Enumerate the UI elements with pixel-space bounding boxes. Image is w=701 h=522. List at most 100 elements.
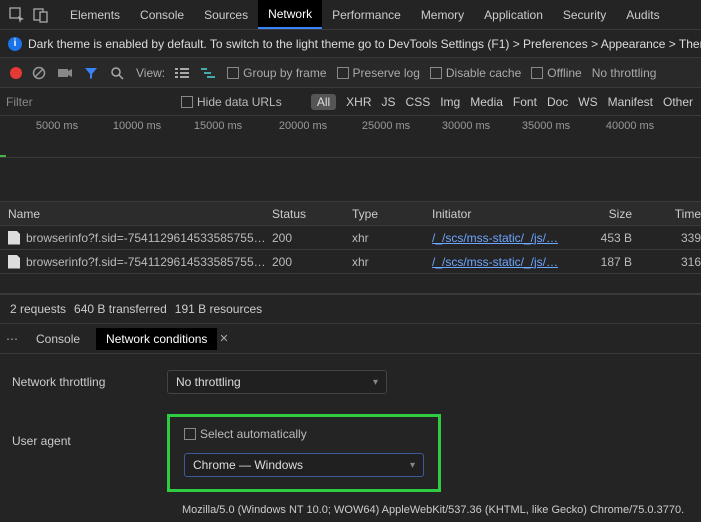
chevron-down-icon: ▾ (410, 460, 415, 471)
drawer-menu-icon[interactable]: ⋯ (6, 332, 20, 346)
throttling-label: Network throttling (12, 375, 167, 389)
network-toolbar: View: Group by frame Preserve log Disabl… (0, 58, 701, 88)
col-header-size[interactable]: Size (582, 207, 642, 221)
request-size: 187 B (582, 255, 642, 269)
offline-label: Offline (547, 66, 581, 80)
group-by-frame-label: Group by frame (243, 66, 326, 80)
tab-sources[interactable]: Sources (194, 0, 258, 29)
clear-icon[interactable] (32, 66, 48, 80)
tab-memory[interactable]: Memory (411, 0, 474, 29)
file-icon (8, 231, 20, 245)
tab-network[interactable]: Network (258, 0, 322, 29)
preserve-log-label: Preserve log (353, 66, 420, 80)
col-header-initiator[interactable]: Initiator (432, 207, 582, 221)
throttling-value: No throttling (176, 375, 241, 389)
timeline-marker (0, 155, 6, 157)
spacer (0, 274, 701, 294)
offline-checkbox[interactable]: Offline (531, 66, 581, 80)
request-status: 200 (272, 231, 352, 245)
filter-bar: Hide data URLs All XHR JS CSS Img Media … (0, 88, 701, 116)
timeline-tick: 35000 ms (522, 120, 570, 132)
hide-data-urls-checkbox[interactable]: Hide data URLs (181, 95, 282, 109)
col-header-time[interactable]: Time (642, 207, 701, 221)
timeline-tick: 15000 ms (194, 120, 242, 132)
request-initiator[interactable]: /_/scs/mss-static/_/js/… (432, 255, 582, 269)
tab-performance[interactable]: Performance (322, 0, 411, 29)
timeline-tick: 5000 ms (36, 120, 78, 132)
view-list-icon[interactable] (175, 67, 191, 79)
summary-requests: 2 requests (10, 302, 66, 316)
tab-application[interactable]: Application (474, 0, 553, 29)
disable-cache-checkbox[interactable]: Disable cache (430, 66, 521, 80)
timeline-spacer (0, 158, 701, 202)
request-type: xhr (352, 255, 432, 269)
hide-data-urls-label: Hide data URLs (197, 95, 282, 109)
filter-type-media[interactable]: Media (470, 95, 503, 109)
user-agent-highlight: Select automatically Chrome — Windows ▾ (167, 414, 441, 492)
preserve-log-checkbox[interactable]: Preserve log (337, 66, 420, 80)
throttling-select[interactable]: No throttling ▾ (167, 370, 387, 394)
inspect-icon[interactable] (6, 7, 28, 23)
timeline-tick: 25000 ms (362, 120, 410, 132)
filter-type-font[interactable]: Font (513, 95, 537, 109)
request-initiator[interactable]: /_/scs/mss-static/_/js/… (432, 231, 582, 245)
user-agent-select[interactable]: Chrome — Windows ▾ (184, 453, 424, 477)
tab-security[interactable]: Security (553, 0, 616, 29)
close-icon[interactable]: ✕ (219, 332, 228, 345)
filter-type-other[interactable]: Other (663, 95, 693, 109)
tab-audits[interactable]: Audits (616, 0, 669, 29)
timeline-tick: 20000 ms (279, 120, 327, 132)
col-header-name[interactable]: Name (8, 207, 272, 221)
drawer-tab-network-conditions[interactable]: Network conditions (96, 328, 217, 350)
filter-type-xhr[interactable]: XHR (346, 95, 371, 109)
filter-type-ws[interactable]: WS (578, 95, 597, 109)
drawer-tabs: ⋯ Console Network conditions ✕ (0, 324, 701, 354)
filter-type-img[interactable]: Img (440, 95, 460, 109)
info-bar: i Dark theme is enabled by default. To s… (0, 30, 701, 58)
throttling-dropdown[interactable]: No throttling (592, 66, 657, 80)
summary-transferred: 640 B transferred (74, 302, 167, 316)
search-icon[interactable] (110, 66, 126, 80)
info-icon: i (8, 37, 22, 51)
network-table-header: Name Status Type Initiator Size Time (0, 202, 701, 226)
tab-elements[interactable]: Elements (60, 0, 130, 29)
request-name: browserinfo?f.sid=-7541129614533585755… (26, 231, 266, 245)
view-waterfall-icon[interactable] (201, 67, 217, 79)
filter-type-manifest[interactable]: Manifest (608, 95, 653, 109)
file-icon (8, 255, 20, 269)
filter-types: All XHR JS CSS Img Media Font Doc WS Man… (311, 94, 701, 110)
request-time: 316 (642, 255, 701, 269)
filter-icon[interactable] (84, 66, 100, 80)
devtools-tabbar: Elements Console Sources Network Perform… (0, 0, 701, 30)
info-text: Dark theme is enabled by default. To swi… (28, 37, 701, 51)
request-name: browserinfo?f.sid=-7541129614533585755… (26, 255, 266, 269)
user-agent-value: Chrome — Windows (193, 458, 303, 472)
table-row[interactable]: browserinfo?f.sid=-7541129614533585755… … (0, 226, 701, 250)
camera-icon[interactable] (58, 67, 74, 79)
filter-input[interactable] (0, 91, 175, 113)
ua-auto-checkbox[interactable]: Select automatically (184, 427, 424, 441)
request-time: 339 (642, 231, 701, 245)
filter-type-css[interactable]: CSS (406, 95, 431, 109)
summary-resources: 191 B resources (175, 302, 262, 316)
user-agent-string: Mozilla/5.0 (Windows NT 10.0; WOW64) App… (12, 504, 689, 516)
device-toggle-icon[interactable] (30, 7, 52, 23)
col-header-type[interactable]: Type (352, 207, 432, 221)
user-agent-label: User agent (12, 414, 167, 448)
filter-type-js[interactable]: JS (382, 95, 396, 109)
network-summary: 2 requests 640 B transferred 191 B resou… (0, 294, 701, 324)
request-size: 453 B (582, 231, 642, 245)
drawer-tab-console[interactable]: Console (26, 328, 90, 350)
network-conditions-panel: Network throttling No throttling ▾ User … (0, 354, 701, 522)
col-header-status[interactable]: Status (272, 207, 352, 221)
filter-type-all[interactable]: All (311, 94, 336, 110)
record-button[interactable] (10, 67, 22, 79)
tab-console[interactable]: Console (130, 0, 194, 29)
chevron-down-icon: ▾ (373, 377, 378, 388)
disable-cache-label: Disable cache (446, 66, 521, 80)
group-by-frame-checkbox[interactable]: Group by frame (227, 66, 326, 80)
table-row[interactable]: browserinfo?f.sid=-7541129614533585755… … (0, 250, 701, 274)
timeline-tick: 40000 ms (606, 120, 654, 132)
filter-type-doc[interactable]: Doc (547, 95, 568, 109)
timeline[interactable]: 5000 ms 10000 ms 15000 ms 20000 ms 25000… (0, 116, 701, 158)
